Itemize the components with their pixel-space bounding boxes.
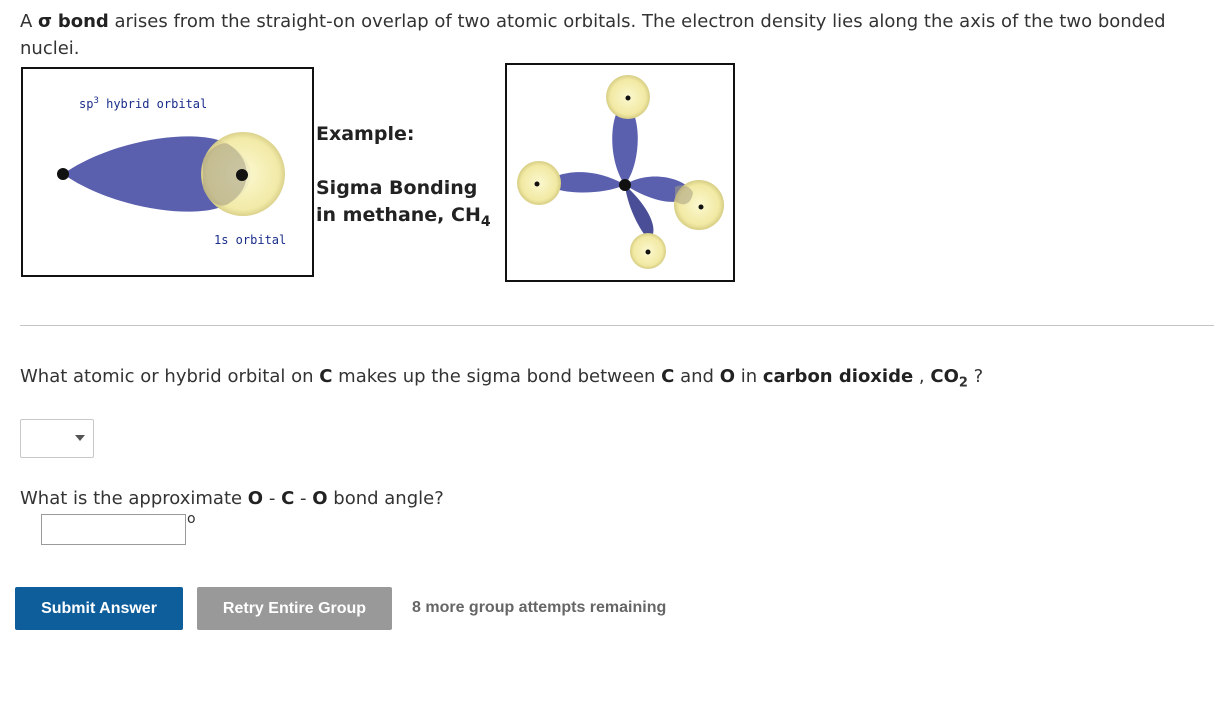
carbon-nucleus-dot <box>57 168 69 180</box>
q1-c1: C <box>319 366 333 387</box>
question-orbital: What atomic or hybrid orbital on C makes… <box>20 366 983 391</box>
q2-part2: bond angle? <box>327 488 444 509</box>
sp3-orbital-label: sp3 hybrid orbital <box>79 96 207 111</box>
h-nucleus-bottom <box>645 249 651 255</box>
q2-sep1: - <box>263 488 282 509</box>
methane-drawing <box>517 75 724 269</box>
methane-sigma-figure <box>505 63 735 282</box>
q1-part2: makes up the sigma bond between <box>332 366 662 387</box>
q1-part3: and <box>674 366 720 387</box>
example-title: Example: <box>316 123 415 145</box>
degree-unit: o <box>187 511 196 527</box>
retry-entire-group-button[interactable]: Retry Entire Group <box>197 587 392 630</box>
q2-o2: O <box>312 488 328 509</box>
intro-text: A σ bond arises from the straight-on ove… <box>20 8 1210 62</box>
q1-formula-sub: 2 <box>958 375 968 391</box>
q2-part1: What is the approximate <box>20 488 248 509</box>
sp3-label-prefix: sp <box>79 97 94 111</box>
intro-prefix: A <box>20 11 39 32</box>
q2-sep2: - <box>294 488 313 509</box>
q1-o1: O <box>719 366 735 387</box>
hydrogen-nucleus-dot <box>236 169 248 181</box>
section-divider <box>20 325 1214 326</box>
q1-compound: carbon dioxide <box>762 366 914 387</box>
q1-part6: ? <box>967 366 984 387</box>
carbon-center-dot <box>619 179 631 191</box>
sigma-symbol: σ <box>38 11 53 32</box>
h-nucleus-right <box>698 204 704 210</box>
q1-c2: C <box>661 366 675 387</box>
example-line2-prefix: in methane, CH <box>316 204 481 226</box>
submit-answer-button[interactable]: Submit Answer <box>15 587 183 630</box>
h-nucleus-top <box>625 95 631 101</box>
q1-part1: What atomic or hybrid orbital on <box>20 366 320 387</box>
example-line2-sub: 4 <box>480 213 491 230</box>
q1-part5: , <box>913 366 931 387</box>
h-nucleus-left <box>534 181 540 187</box>
sp3-label-suffix: hybrid orbital <box>98 97 208 111</box>
intro-rest: arises from the straight-on overlap of t… <box>20 11 1166 59</box>
sp3-s-overlap-figure: sp3 hybrid orbital 1s orbital <box>21 67 314 277</box>
s-orbital-label: 1s orbital <box>214 233 287 247</box>
intro-bold-term: bond <box>57 11 109 32</box>
question-bond-angle: What is the approximate O - C - O bond a… <box>20 488 444 509</box>
q2-c: C <box>281 488 295 509</box>
q1-part4: in <box>735 366 763 387</box>
q2-o1: O <box>247 488 264 509</box>
orbital-select-dropdown[interactable] <box>20 419 94 458</box>
chevron-down-icon <box>75 435 85 441</box>
q1-formula: CO <box>930 366 959 387</box>
attempts-remaining-text: 8 more group attempts remaining <box>412 599 667 616</box>
example-line1: Sigma Bonding <box>316 177 478 199</box>
example-caption: Example: Sigma Bonding in methane, CH4 <box>316 121 506 236</box>
bond-angle-input[interactable] <box>41 514 186 545</box>
